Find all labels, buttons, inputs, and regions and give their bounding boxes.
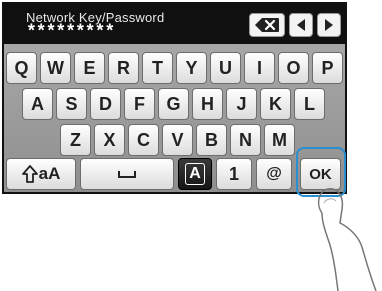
pointing-finger-icon <box>317 188 377 291</box>
key-a[interactable]: A <box>22 88 53 120</box>
mode-alpha-button[interactable]: A <box>178 158 212 190</box>
key-d[interactable]: D <box>90 88 121 120</box>
key-f[interactable]: F <box>124 88 155 120</box>
key-z[interactable]: Z <box>60 124 91 156</box>
arrow-left-icon <box>297 19 305 31</box>
mode-number-button[interactable]: 1 <box>216 158 252 190</box>
key-u[interactable]: U <box>210 52 241 84</box>
cursor-left-button[interactable] <box>289 13 313 37</box>
shift-button[interactable]: aA <box>6 158 76 190</box>
key-v[interactable]: V <box>162 124 193 156</box>
key-x[interactable]: X <box>94 124 125 156</box>
shift-arrow-icon <box>21 165 38 183</box>
key-t[interactable]: T <box>142 52 173 84</box>
key-p[interactable]: P <box>312 52 343 84</box>
key-m[interactable]: M <box>264 124 295 156</box>
keyboard: Q W E R T Y U I O P A S D F G H J K L Z … <box>4 44 345 192</box>
backspace-icon <box>255 18 279 32</box>
key-n[interactable]: N <box>230 124 261 156</box>
key-l[interactable]: L <box>294 88 325 120</box>
password-field[interactable]: ********* <box>26 23 115 43</box>
mode-alpha-label: A <box>185 163 205 185</box>
key-j[interactable]: J <box>226 88 257 120</box>
key-b[interactable]: B <box>196 124 227 156</box>
key-g[interactable]: G <box>158 88 189 120</box>
key-q[interactable]: Q <box>6 52 37 84</box>
key-s[interactable]: S <box>56 88 87 120</box>
key-r[interactable]: R <box>108 52 139 84</box>
key-h[interactable]: H <box>192 88 223 120</box>
arrow-right-icon <box>325 19 333 31</box>
key-e[interactable]: E <box>74 52 105 84</box>
key-o[interactable]: O <box>278 52 309 84</box>
shift-label: aA <box>38 164 61 183</box>
key-y[interactable]: Y <box>176 52 207 84</box>
key-w[interactable]: W <box>40 52 71 84</box>
entry-bar: Network Key/Password ********* <box>4 4 345 44</box>
cursor-right-button[interactable] <box>317 13 341 37</box>
space-key[interactable] <box>80 158 174 190</box>
key-k[interactable]: K <box>260 88 291 120</box>
mode-symbol-button[interactable]: @ <box>256 158 292 190</box>
backspace-button[interactable] <box>249 13 285 37</box>
key-i[interactable]: I <box>244 52 275 84</box>
key-c[interactable]: C <box>128 124 159 156</box>
space-icon <box>118 171 136 178</box>
